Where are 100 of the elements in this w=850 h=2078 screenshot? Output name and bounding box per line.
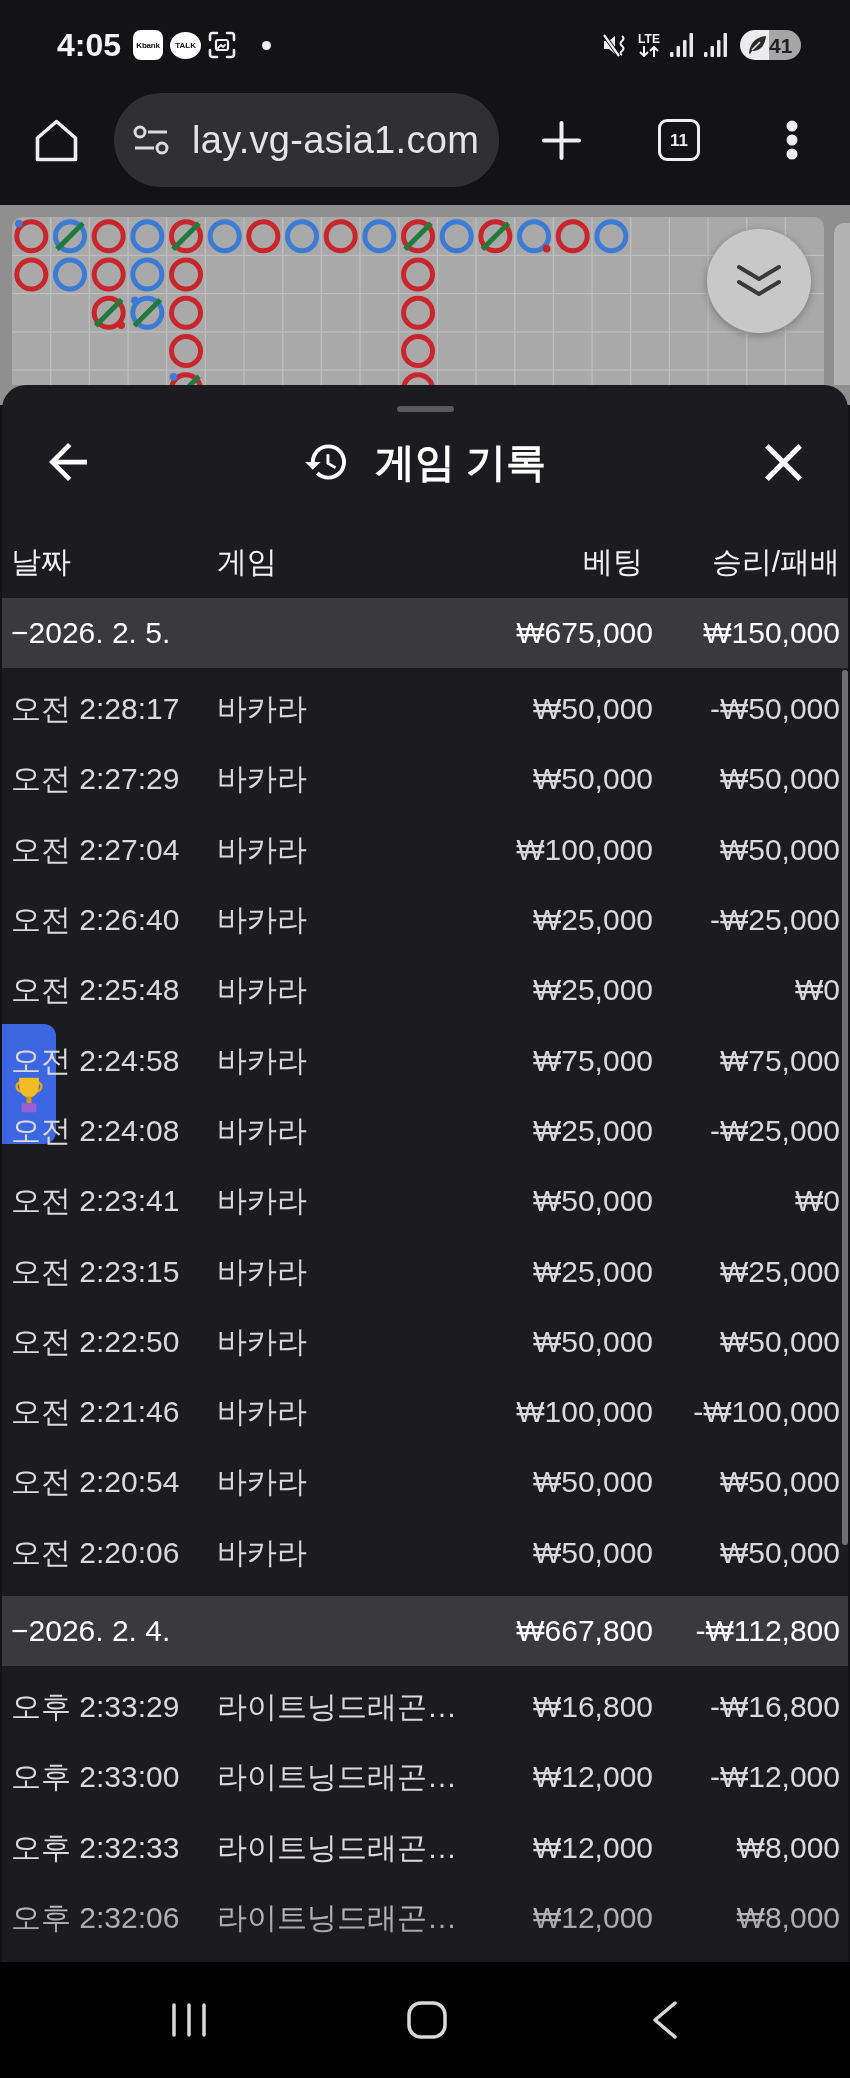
result-cell: -₩16,800 [709,1689,840,1725]
game-cell: 라이트닝드래곤… [217,1759,457,1796]
home-icon [35,118,78,162]
result-cell: -₩25,000 [709,1112,840,1149]
result-cell: ₩50,000 [719,831,840,868]
screenshot-icon [208,31,237,59]
column-header: 게임 [217,544,277,580]
time-cell: 오전 2:20:06 [11,1534,180,1571]
address-bar[interactable]: lay.vg-asia1.com [114,93,499,187]
group-bet-total: ₩667,800 [516,1612,653,1649]
game-cell: 라이트닝드래곤… [217,1899,457,1936]
result-cell: -₩12,000 [709,1759,840,1796]
scrollbar[interactable] [842,670,848,1545]
network-type-label: LTE [638,33,660,45]
signal-icon [670,33,694,57]
result-cell: ₩50,000 [719,1534,840,1571]
more-menu-button[interactable] [786,120,798,160]
time-cell: 오전 2:28:17 [11,691,180,728]
back-icon [652,2001,678,2039]
result-cell: ₩8,000 [736,1829,840,1866]
bet-cell: ₩50,000 [532,1183,653,1220]
recent-apps-button[interactable] [171,2002,207,2038]
time-cell: 오전 2:25:48 [11,972,180,1009]
group-result-total: -₩112,800 [695,1612,840,1649]
bet-cell: ₩75,000 [532,1042,653,1079]
clock-time: 4:05 [57,26,122,64]
bet-cell: ₩25,000 [532,902,653,939]
home-button[interactable] [35,118,78,162]
tune-icon [133,125,169,155]
game-cell: 바카라 [217,761,307,798]
group-result-total: ₩150,000 [703,615,840,651]
game-cell: 바카라 [217,902,307,939]
time-cell: 오후 2:33:29 [11,1689,180,1725]
result-cell: ₩25,000 [719,1253,840,1290]
column-header: 베팅 [583,544,644,580]
result-cell: ₩0 [795,972,840,1009]
bet-cell: ₩25,000 [532,1253,653,1290]
bet-cell: ₩12,000 [532,1899,653,1936]
game-cell: 바카라 [217,1394,307,1431]
result-cell: ₩50,000 [719,1323,840,1360]
time-cell: 오전 2:22:50 [11,1323,180,1360]
bet-cell: ₩16,800 [532,1689,653,1725]
time-cell: 오전 2:27:04 [11,831,180,868]
close-icon [765,443,802,481]
game-cell: 바카라 [217,1534,307,1571]
drag-handle[interactable] [396,406,454,412]
group-bet-total: ₩675,000 [516,615,653,651]
time-cell: 오후 2:33:00 [11,1759,180,1796]
game-cell: 바카라 [217,1112,307,1149]
leaf-icon [747,35,767,55]
game-cell: 바카라 [217,1183,307,1220]
tab-switcher-button[interactable]: 11 [658,119,700,161]
time-cell: 오전 2:26:40 [11,902,180,939]
time-cell: 오후 2:32:06 [11,1899,180,1936]
home-button[interactable] [407,2001,447,2039]
history-icon [304,444,347,480]
date-group-header[interactable]: −2026. 2. 5. ₩675,000 ₩150,000 [2,598,848,668]
result-cell: ₩8,000 [736,1899,840,1936]
more-icon [786,120,798,160]
plus-icon [542,120,581,160]
bet-cell: ₩25,000 [532,972,653,1009]
data-arrows-icon [638,46,660,57]
time-cell: 오전 2:23:41 [11,1183,180,1220]
bet-cell: ₩25,000 [532,1112,653,1149]
game-cell: 라이트닝드래곤… [217,1689,457,1725]
game-cell: 라이트닝드래곤… [217,1829,457,1866]
time-cell: 오후 2:32:33 [11,1829,180,1866]
arrow-left-icon [49,443,87,481]
bet-cell: ₩50,000 [532,761,653,798]
recent-apps-icon [171,2002,207,2038]
home-icon [407,2001,447,2039]
bet-cell: ₩100,000 [516,831,653,868]
bet-cell: ₩12,000 [532,1829,653,1866]
app-notification-icon: Kbank [133,30,164,60]
sheet-title: 게임 기록 [374,440,547,484]
result-cell: -₩100,000 [693,1394,840,1431]
bet-cell: ₩50,000 [532,1464,653,1501]
result-cell: -₩50,000 [709,691,840,728]
time-cell: 오전 2:20:54 [11,1464,180,1501]
back-button[interactable] [652,2001,678,2039]
game-cell: 바카라 [217,1464,307,1501]
game-cell: 바카라 [217,1042,307,1079]
new-tab-button[interactable] [542,120,581,160]
close-button[interactable] [765,443,802,481]
result-cell: ₩50,000 [719,761,840,798]
bet-cell: ₩50,000 [532,1534,653,1571]
result-cell: ₩50,000 [719,1464,840,1501]
battery-level-text: 41 [769,34,793,56]
time-cell: 오전 2:27:29 [11,761,180,798]
date-group-header[interactable]: −2026. 2. 4. ₩667,800 -₩112,800 [2,1595,848,1666]
bet-cell: ₩50,000 [532,691,653,728]
game-cell: 바카라 [217,972,307,1009]
chat-notification-icon: TALK [170,31,202,59]
back-button[interactable] [49,443,87,481]
game-cell: 바카라 [217,1253,307,1290]
time-cell: 오전 2:23:15 [11,1253,180,1290]
game-cell: 바카라 [217,691,307,728]
notification-dot-icon [262,40,272,50]
game-cell: 바카라 [217,831,307,868]
result-cell: ₩0 [795,1183,840,1220]
